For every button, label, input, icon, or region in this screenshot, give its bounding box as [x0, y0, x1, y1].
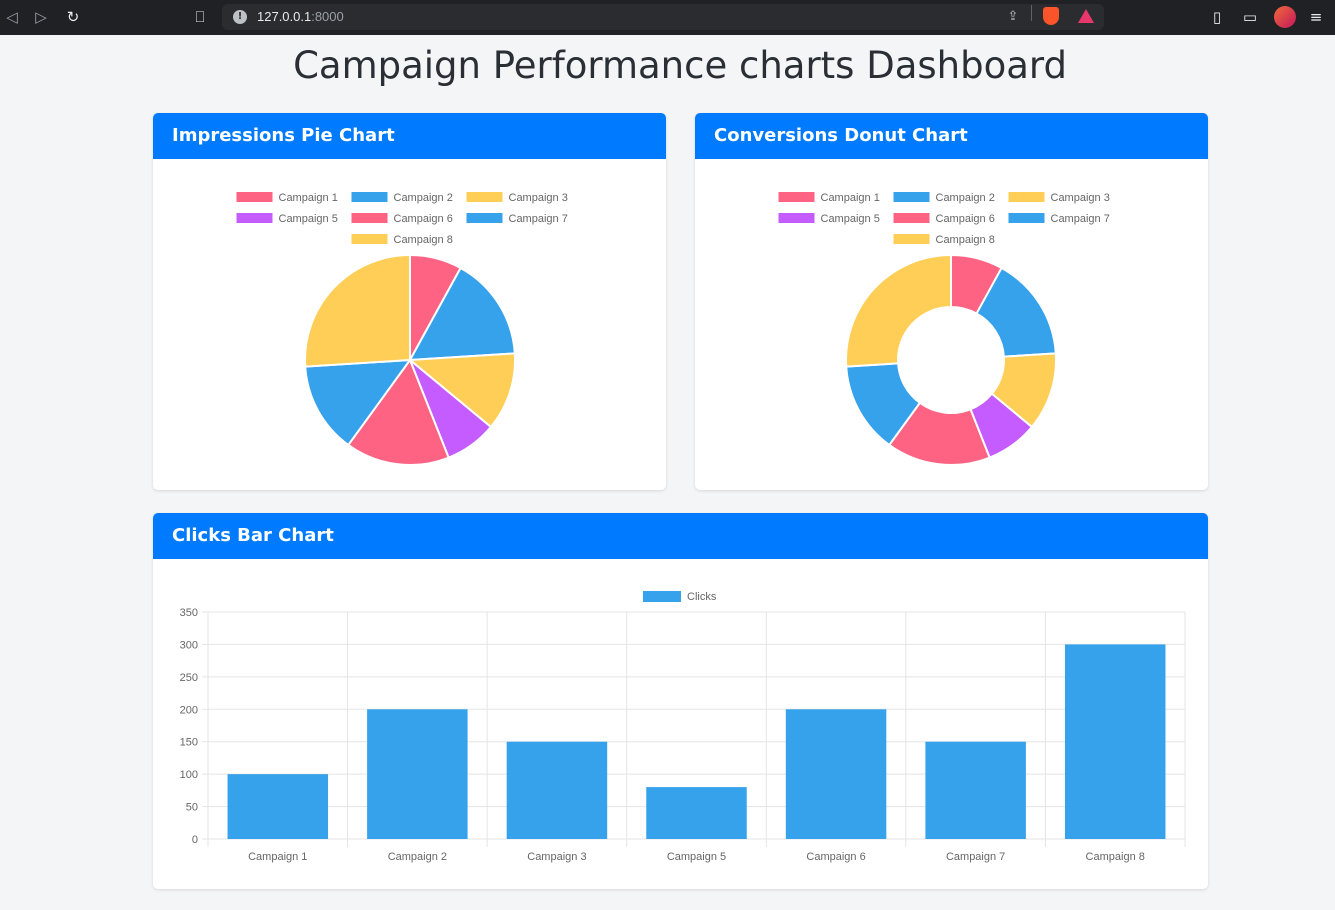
- legend-item-campaign-6[interactable]: Campaign 6: [893, 213, 995, 225]
- legend-label: Campaign 8: [936, 234, 995, 246]
- clicks-bar-chart: Clicks 0 50 100 150 200 250 300 350 Campaign 1 Cam…: [180, 591, 1186, 863]
- url-text[interactable]: 127.0.0.1:8000: [257, 9, 344, 24]
- legend-label: Campaign 5: [279, 213, 338, 225]
- site-info-icon[interactable]: !: [233, 10, 247, 24]
- conversions-donut-card: Conversions Donut Chart Campaign 1 Campai…: [695, 113, 1208, 490]
- legend-swatch: [643, 591, 681, 602]
- legend-swatch: [236, 192, 273, 202]
- conversions-donut-chart: Campaign 1 Campaign 2 Campaign 3 Campaign 5…: [778, 192, 1110, 466]
- x-tick-label: Campaign 6: [806, 851, 865, 863]
- legend-label: Campaign 2: [936, 192, 995, 204]
- legend-swatch: [893, 234, 930, 244]
- legend-swatch: [778, 192, 815, 202]
- bookmark-icon[interactable]: ⎕: [190, 7, 210, 27]
- legend-item-campaign-8[interactable]: Campaign 8: [351, 234, 453, 246]
- address-bar[interactable]: ! 127.0.0.1:8000 ⇪: [222, 4, 1104, 30]
- y-tick-label: 50: [186, 802, 198, 814]
- legend-item-campaign-6[interactable]: Campaign 6: [351, 213, 453, 225]
- legend-item-campaign-3[interactable]: Campaign 3: [1008, 192, 1110, 204]
- legend-swatch: [351, 192, 388, 202]
- legend-item-campaign-8[interactable]: Campaign 8: [893, 234, 995, 246]
- legend-swatch: [893, 192, 930, 202]
- impressions-pie-chart: Campaign 1 Campaign 2 Campaign 3 Campaign 5…: [236, 192, 568, 466]
- bar-campaign-5[interactable]: [646, 787, 747, 839]
- legend-swatch: [778, 213, 815, 223]
- brave-rewards-icon[interactable]: [1078, 9, 1094, 23]
- wallet-icon[interactable]: ▭: [1240, 7, 1260, 27]
- bar-campaign-6[interactable]: [785, 709, 887, 839]
- url-host: 127.0.0.1: [257, 9, 312, 24]
- legend-item-campaign-3[interactable]: Campaign 3: [466, 192, 568, 204]
- y-tick-label: 0: [192, 834, 198, 846]
- legend-item-clicks[interactable]: Clicks: [643, 591, 717, 603]
- impressions-pie-card: Impressions Pie Chart Campaign 1 Campaign…: [153, 113, 666, 490]
- legend-item-campaign-2[interactable]: Campaign 2: [351, 192, 453, 204]
- legend-item-campaign-5[interactable]: Campaign 5: [778, 213, 880, 225]
- y-tick-label: 200: [180, 704, 198, 716]
- legend-label: Campaign 3: [1051, 192, 1110, 204]
- card-header: Impressions Pie Chart: [153, 113, 666, 159]
- legend-swatch: [351, 234, 388, 244]
- y-tick-label: 350: [180, 607, 198, 619]
- brave-shields-icon[interactable]: [1043, 7, 1059, 25]
- x-tick-label: Campaign 2: [388, 851, 447, 863]
- y-tick-label: 100: [180, 769, 198, 781]
- page-title: Campaign Performance charts Dashboard: [293, 44, 1067, 87]
- browser-toolbar: ◁ ▷ ↻ ⎕ ! 127.0.0.1:8000 ⇪ ▯ ▭ ≡: [0, 0, 1335, 35]
- legend-label: Campaign 2: [394, 192, 453, 204]
- slice-campaign-8[interactable]: [304, 253, 411, 368]
- bar-campaign-3[interactable]: [506, 741, 608, 839]
- x-tick-label: Campaign 1: [248, 851, 307, 863]
- x-tick-label: Campaign 5: [667, 851, 726, 863]
- legend-label: Campaign 8: [394, 234, 453, 246]
- legend-item-campaign-1[interactable]: Campaign 1: [778, 192, 880, 204]
- legend-label: Campaign 6: [394, 213, 453, 225]
- x-tick-label: Campaign 8: [1086, 851, 1145, 863]
- slice-campaign-8[interactable]: [845, 253, 952, 368]
- url-port: :8000: [311, 9, 344, 24]
- share-icon[interactable]: ⇪: [1004, 8, 1022, 26]
- legend-item-campaign-5[interactable]: Campaign 5: [236, 213, 338, 225]
- x-tick-label: Campaign 3: [527, 851, 586, 863]
- legend-label: Clicks: [687, 591, 717, 603]
- card-header: Clicks Bar Chart: [153, 513, 1208, 559]
- menu-icon[interactable]: ≡: [1306, 7, 1326, 27]
- legend-label: Campaign 1: [279, 192, 338, 204]
- legend-swatch: [466, 213, 503, 223]
- clicks-bar-card: Clicks Bar Chart Clicks 0 50 100 150 200 250 30…: [153, 513, 1208, 889]
- sidebar-icon[interactable]: ▯: [1207, 7, 1227, 27]
- back-icon[interactable]: ◁: [2, 7, 22, 27]
- legend-label: Campaign 1: [821, 192, 880, 204]
- bar-campaign-2[interactable]: [367, 709, 468, 839]
- y-tick-label: 150: [180, 737, 198, 749]
- legend-item-campaign-7[interactable]: Campaign 7: [466, 213, 568, 225]
- bar-campaign-8[interactable]: [1064, 644, 1166, 839]
- legend-swatch: [466, 192, 503, 202]
- legend-swatch: [1008, 213, 1045, 223]
- forward-icon[interactable]: ▷: [31, 7, 51, 27]
- legend-swatch: [236, 213, 273, 223]
- reload-icon[interactable]: ↻: [63, 7, 83, 27]
- avatar[interactable]: [1274, 6, 1296, 28]
- bar-campaign-1[interactable]: [227, 774, 329, 839]
- bar-campaign-7[interactable]: [925, 741, 1026, 839]
- y-tick-label: 250: [180, 672, 198, 684]
- x-tick-label: Campaign 7: [946, 851, 1005, 863]
- card-header: Conversions Donut Chart: [695, 113, 1208, 159]
- legend-label: Campaign 5: [821, 213, 880, 225]
- legend-item-campaign-7[interactable]: Campaign 7: [1008, 213, 1110, 225]
- toolbar-divider: [1031, 5, 1032, 21]
- legend-swatch: [1008, 192, 1045, 202]
- legend-item-campaign-2[interactable]: Campaign 2: [893, 192, 995, 204]
- legend-item-campaign-1[interactable]: Campaign 1: [236, 192, 338, 204]
- legend-label: Campaign 3: [509, 192, 568, 204]
- legend-label: Campaign 7: [1051, 213, 1110, 225]
- y-tick-label: 300: [180, 639, 198, 651]
- legend-label: Campaign 6: [936, 213, 995, 225]
- legend-swatch: [893, 213, 930, 223]
- legend-swatch: [351, 213, 388, 223]
- legend-label: Campaign 7: [509, 213, 568, 225]
